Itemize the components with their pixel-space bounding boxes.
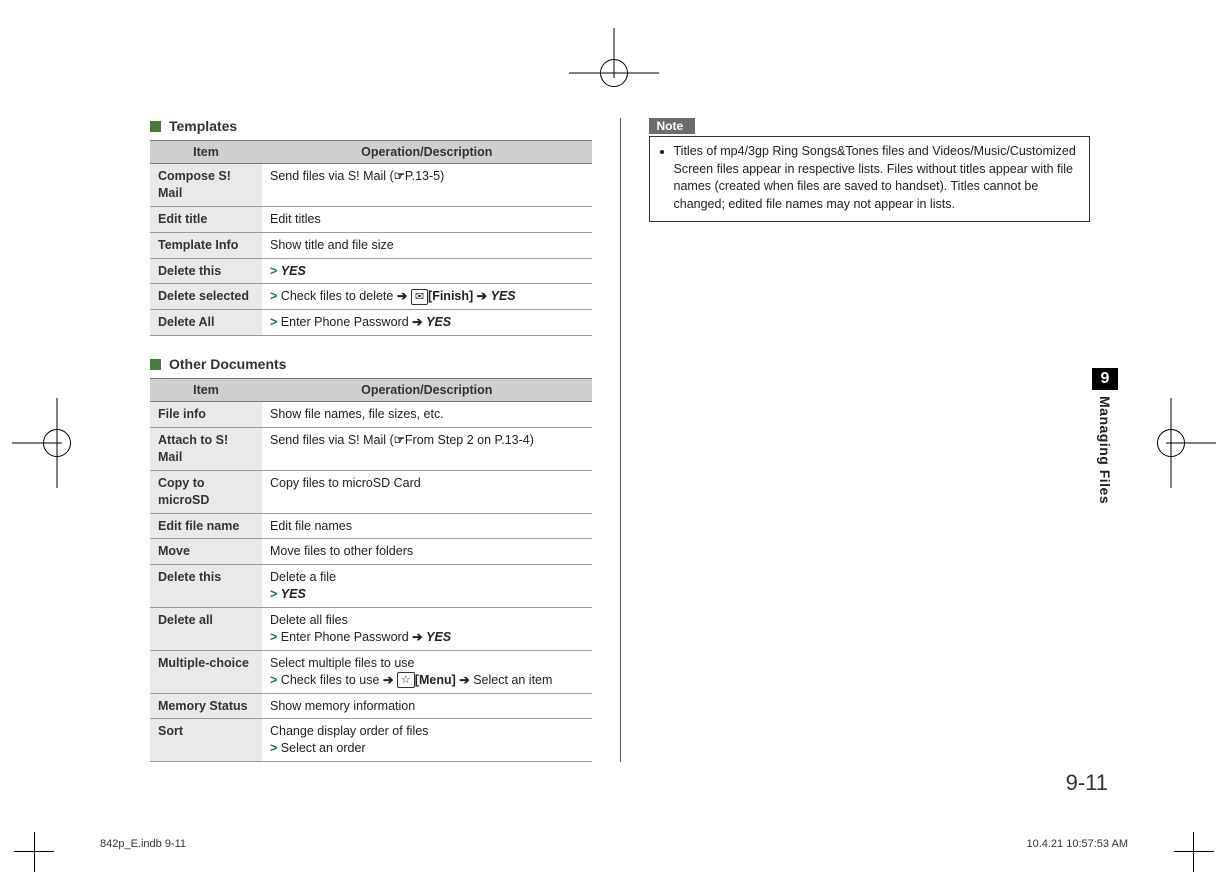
table-row: Move Move files to other folders — [150, 539, 592, 565]
table-row: File info Show file names, file sizes, e… — [150, 402, 592, 428]
crop-mark-bottom-left — [14, 812, 74, 872]
crop-mark-right — [1126, 398, 1216, 488]
col-header-desc: Operation/Description — [262, 141, 592, 164]
crop-mark-top — [569, 28, 659, 118]
crop-mark-left — [12, 398, 102, 488]
content-columns: Templates Item Operation/Description Com… — [150, 118, 1090, 762]
row-desc: Delete a file > YES — [262, 565, 592, 608]
note-box: Titles of mp4/3gp Ring Songs&Tones files… — [649, 136, 1091, 222]
table-row: Delete selected > Check files to delete … — [150, 284, 592, 310]
section-heading-templates: Templates — [150, 118, 592, 134]
row-desc: Send files via S! Mail (☞P.13-5) — [262, 164, 592, 207]
note-label: Note — [649, 118, 696, 134]
row-label: Copy to microSD — [150, 470, 262, 513]
arrow-icon: ➔ — [459, 673, 469, 687]
table-row: Memory Status Show memory information — [150, 693, 592, 719]
row-desc: Show file names, file sizes, etc. — [262, 402, 592, 428]
hand-icon: ☞ — [394, 168, 405, 185]
row-label: File info — [150, 402, 262, 428]
arrow-icon: ➔ — [477, 289, 487, 303]
hand-icon: ☞ — [394, 432, 405, 449]
table-row: Template Info Show title and file size — [150, 232, 592, 258]
chevron-icon: > — [270, 315, 277, 329]
note-text: Titles of mp4/3gp Ring Songs&Tones files… — [674, 143, 1080, 213]
right-column: Note Titles of mp4/3gp Ring Songs&Tones … — [649, 118, 1091, 762]
row-label: Delete this — [150, 258, 262, 284]
row-label: Delete All — [150, 310, 262, 336]
arrow-icon: ➔ — [397, 289, 407, 303]
row-label: Template Info — [150, 232, 262, 258]
chevron-icon: > — [270, 289, 277, 303]
col-header-desc: Operation/Description — [262, 379, 592, 402]
table-row: Multiple-choice Select multiple files to… — [150, 650, 592, 693]
chapter-number: 9 — [1092, 368, 1118, 390]
chevron-icon: > — [270, 264, 277, 278]
table-row: Edit title Edit titles — [150, 206, 592, 232]
row-label: Edit title — [150, 206, 262, 232]
chevron-icon: > — [270, 741, 277, 755]
row-desc: Show title and file size — [262, 232, 592, 258]
row-desc: Copy files to microSD Card — [262, 470, 592, 513]
column-divider — [620, 118, 621, 762]
row-label: Attach to S! Mail — [150, 428, 262, 471]
footer: 842p_E.indb 9-11 10.4.21 10:57:53 AM — [100, 838, 1128, 850]
section-heading-other: Other Documents — [150, 356, 592, 372]
col-header-item: Item — [150, 379, 262, 402]
table-row: Sort Change display order of files > Sel… — [150, 719, 592, 762]
table-row: Delete this Delete a file > YES — [150, 565, 592, 608]
row-label: Delete this — [150, 565, 262, 608]
row-label: Edit file name — [150, 513, 262, 539]
table-row: Compose S! Mail Send files via S! Mail (… — [150, 164, 592, 207]
page-number: 9-11 — [1066, 770, 1108, 796]
square-bullet-icon — [150, 359, 161, 370]
row-label: Delete selected — [150, 284, 262, 310]
row-label: Sort — [150, 719, 262, 762]
footer-right: 10.4.21 10:57:53 AM — [1026, 838, 1128, 850]
col-header-item: Item — [150, 141, 262, 164]
square-bullet-icon — [150, 121, 161, 132]
section-title: Templates — [169, 118, 237, 134]
crop-mark-bottom-right — [1154, 812, 1214, 872]
mail-key-icon: ✉ — [411, 289, 428, 305]
templates-table: Item Operation/Description Compose S! Ma… — [150, 140, 592, 336]
row-label: Multiple-choice — [150, 650, 262, 693]
table-row: Delete this > YES — [150, 258, 592, 284]
chevron-icon: > — [270, 630, 277, 644]
arrow-icon: ➔ — [412, 630, 422, 644]
row-label: Compose S! Mail — [150, 164, 262, 207]
table-row: Delete all Delete all files > Enter Phon… — [150, 608, 592, 651]
row-desc: Edit titles — [262, 206, 592, 232]
row-desc: > Enter Phone Password ➔ YES — [262, 310, 592, 336]
row-desc: Delete all files > Enter Phone Password … — [262, 608, 592, 651]
row-desc: > Check files to delete ➔ ✉[Finish] ➔ YE… — [262, 284, 592, 310]
page: Templates Item Operation/Description Com… — [0, 0, 1228, 886]
row-label: Memory Status — [150, 693, 262, 719]
row-label: Delete all — [150, 608, 262, 651]
other-documents-table: Item Operation/Description File info Sho… — [150, 378, 592, 762]
row-desc: Show memory information — [262, 693, 592, 719]
row-desc: > YES — [262, 258, 592, 284]
table-row: Edit file name Edit file names — [150, 513, 592, 539]
footer-left: 842p_E.indb 9-11 — [100, 838, 186, 850]
row-desc: Move files to other folders — [262, 539, 592, 565]
arrow-icon: ➔ — [383, 673, 393, 687]
row-label: Move — [150, 539, 262, 565]
row-desc: Select multiple files to use > Check fil… — [262, 650, 592, 693]
row-desc: Change display order of files > Select a… — [262, 719, 592, 762]
table-row: Copy to microSD Copy files to microSD Ca… — [150, 470, 592, 513]
chapter-tab: 9 Managing Files — [1092, 368, 1118, 504]
chevron-icon: > — [270, 587, 277, 601]
table-row: Delete All > Enter Phone Password ➔ YES — [150, 310, 592, 336]
row-desc: Send files via S! Mail (☞From Step 2 on … — [262, 428, 592, 471]
row-desc: Edit file names — [262, 513, 592, 539]
menu-key-icon: ☆ — [397, 672, 415, 688]
section-title: Other Documents — [169, 356, 286, 372]
note-block: Note Titles of mp4/3gp Ring Songs&Tones … — [649, 118, 1091, 222]
chevron-icon: > — [270, 673, 277, 687]
arrow-icon: ➔ — [412, 315, 422, 329]
left-column: Templates Item Operation/Description Com… — [150, 118, 592, 762]
table-row: Attach to S! Mail Send files via S! Mail… — [150, 428, 592, 471]
chapter-title: Managing Files — [1097, 396, 1113, 504]
